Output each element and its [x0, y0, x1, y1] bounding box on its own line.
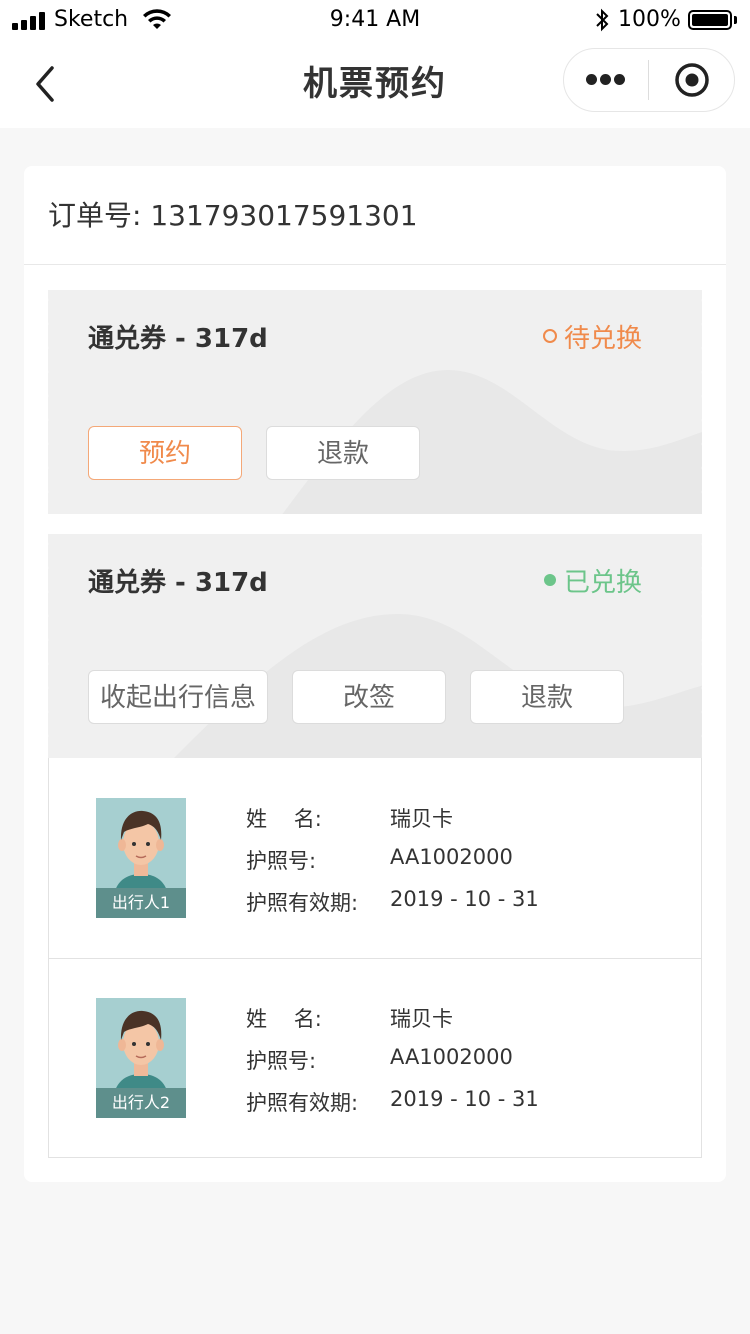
- more-dots-icon[interactable]: [586, 74, 626, 86]
- avatar-label: 出行人1: [96, 888, 186, 918]
- name-value: 瑞贝卡: [390, 1007, 453, 1031]
- status-badge: 已兑换: [564, 568, 643, 598]
- battery-percent: 100%: [618, 7, 681, 32]
- expiry-label: 护照有效期:: [246, 1091, 359, 1115]
- passport-label: 护照号:: [246, 849, 317, 873]
- collapse-info-button[interactable]: 收起出行信息: [88, 670, 268, 724]
- order-number: 订单号: 131793017591301: [48, 199, 418, 232]
- ticket-title: 通兑券 - 317d: [88, 324, 268, 354]
- passport-value: AA1002000: [390, 1045, 513, 1069]
- ticket-title: 通兑券 - 317d: [88, 568, 268, 598]
- name-value: 瑞贝卡: [390, 807, 453, 831]
- status-badge: 待兑换: [564, 324, 643, 354]
- avatar-label: 出行人2: [96, 1088, 186, 1118]
- battery-icon: [688, 10, 732, 30]
- change-ticket-button[interactable]: 改签: [292, 670, 446, 724]
- expiry-label: 护照有效期:: [246, 891, 359, 915]
- bluetooth-icon: [596, 8, 609, 32]
- avatar: 出行人1: [96, 798, 186, 918]
- refund-button[interactable]: 退款: [470, 670, 624, 724]
- name-label: 姓 名:: [246, 807, 322, 831]
- ticket-card: 通兑券 - 317d 已兑换 收起出行信息 改签 退款: [48, 534, 702, 758]
- passport-label: 护照号:: [246, 1049, 317, 1073]
- expiry-value: 2019 - 10 - 31: [390, 887, 539, 911]
- passport-value: AA1002000: [390, 845, 513, 869]
- ticket-card: 通兑券 - 317d 待兑换 预约 退款: [48, 290, 702, 514]
- reserve-button[interactable]: 预约: [88, 426, 242, 480]
- status-dot-icon: [543, 329, 557, 343]
- avatar: 出行人2: [96, 998, 186, 1118]
- name-label: 姓 名:: [246, 1007, 322, 1031]
- expiry-value: 2019 - 10 - 31: [390, 1087, 539, 1111]
- status-dot-icon: [544, 574, 556, 586]
- refund-button[interactable]: 退款: [266, 426, 420, 480]
- target-circle-icon[interactable]: [674, 62, 710, 98]
